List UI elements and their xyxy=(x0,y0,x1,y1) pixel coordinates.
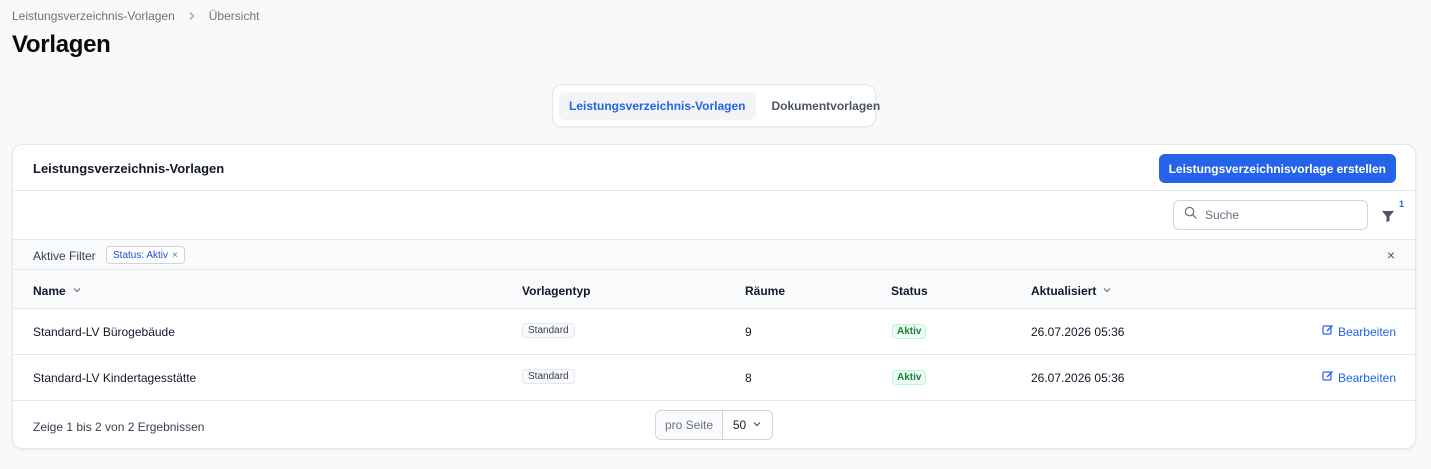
edit-icon xyxy=(1322,370,1334,385)
table-toolbar: 1 xyxy=(13,191,1415,240)
breadcrumb-item-templates[interactable]: Leistungsverzeichnis-Vorlagen xyxy=(12,9,175,23)
breadcrumb: Leistungsverzeichnis-Vorlagen Übersicht xyxy=(12,9,259,23)
cell-name: Standard-LV Kindertagesstätte xyxy=(33,371,197,385)
filter-icon[interactable] xyxy=(1380,208,1396,224)
table-row[interactable]: Standard-LV Bürogebäude Standard 9 Aktiv… xyxy=(13,309,1415,355)
column-header-name[interactable]: Name xyxy=(33,284,82,298)
clear-filters-icon[interactable]: × xyxy=(1387,248,1395,262)
column-header-type: Vorlagentyp xyxy=(522,284,591,298)
create-template-button[interactable]: Leistungsverzeichnisvorlage erstellen xyxy=(1158,154,1396,183)
tab-switcher: Leistungsverzeichnis-Vorlagen Dokumentvo… xyxy=(552,84,880,127)
cell-updated: 26.07.2026 05:36 xyxy=(1031,371,1125,385)
type-badge: Standard xyxy=(522,369,575,384)
card-title: Leistungsverzeichnis-Vorlagen xyxy=(33,161,225,176)
table-header: Name Vorlagentyp Räume Status Aktualisie… xyxy=(13,270,1415,309)
search-field[interactable] xyxy=(1173,200,1368,230)
tab-service-specification-templates[interactable]: Leistungsverzeichnis-Vorlagen xyxy=(559,91,756,120)
chevron-down-icon xyxy=(72,284,82,298)
filter-count-badge: 1 xyxy=(1399,199,1405,209)
edit-label: Bearbeiten xyxy=(1337,324,1396,339)
page-title: Vorlagen xyxy=(12,31,111,58)
breadcrumb-item-overview: Übersicht xyxy=(208,9,260,23)
table-row[interactable]: Standard-LV Kindertagesstätte Standard 8… xyxy=(13,355,1415,401)
tab-document-templates[interactable]: Dokumentvorlagen xyxy=(762,92,891,120)
type-badge: Standard xyxy=(522,323,575,338)
cell-rooms: 9 xyxy=(745,325,752,339)
search-input[interactable] xyxy=(1205,208,1355,222)
status-badge: Aktiv xyxy=(892,370,927,385)
search-icon xyxy=(1184,206,1197,224)
column-header-rooms: Räume xyxy=(745,284,786,298)
cell-rooms: 8 xyxy=(745,371,752,385)
chevron-down-icon xyxy=(1102,284,1112,298)
per-page-label: pro Seite xyxy=(656,411,723,439)
per-page-value[interactable]: 50 xyxy=(723,411,772,439)
column-updated-label: Aktualisiert xyxy=(1031,284,1097,298)
edit-link[interactable]: Bearbeiten xyxy=(1322,370,1396,385)
remove-filter-icon[interactable]: × xyxy=(172,250,178,261)
active-filters-bar: Aktive Filter Status: Aktiv × × xyxy=(13,240,1415,270)
status-badge: Aktiv xyxy=(892,324,927,339)
edit-icon xyxy=(1322,324,1334,339)
column-header-status: Status xyxy=(891,284,928,298)
templates-card: Leistungsverzeichnis-Vorlagen Leistungsv… xyxy=(12,144,1416,449)
cell-updated: 26.07.2026 05:36 xyxy=(1031,325,1125,339)
chevron-right-icon xyxy=(187,11,197,21)
edit-label: Bearbeiten xyxy=(1337,370,1396,385)
chevron-down-icon xyxy=(752,418,762,432)
per-page-value-text: 50 xyxy=(732,418,747,432)
column-header-updated[interactable]: Aktualisiert xyxy=(1031,284,1112,298)
filter-chip-label: Status: Aktiv xyxy=(113,249,169,261)
edit-link[interactable]: Bearbeiten xyxy=(1322,324,1396,339)
column-name-label: Name xyxy=(33,284,66,298)
per-page-select[interactable]: pro Seite 50 xyxy=(655,410,773,440)
filter-chip-status[interactable]: Status: Aktiv × xyxy=(106,246,185,264)
card-header: Leistungsverzeichnis-Vorlagen Leistungsv… xyxy=(13,145,1415,191)
active-filters-label: Aktive Filter xyxy=(33,249,96,263)
cell-name: Standard-LV Bürogebäude xyxy=(33,325,175,339)
pagination-summary: Zeige 1 bis 2 von 2 Ergebnissen xyxy=(33,420,205,434)
